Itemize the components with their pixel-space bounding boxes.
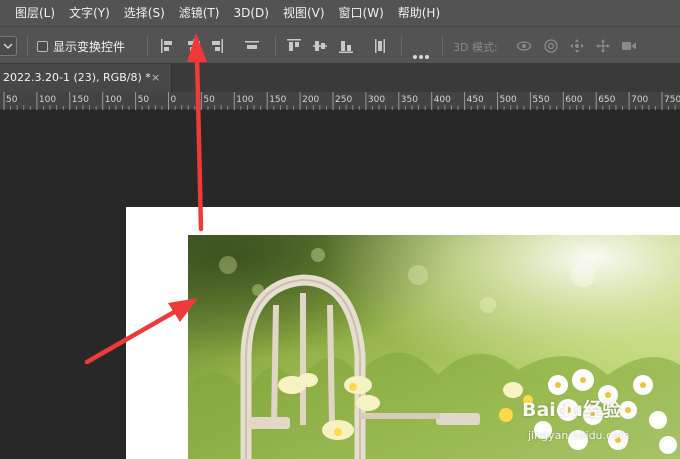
ruler-label: 100 — [236, 95, 253, 105]
distribute-horizontal-icon[interactable] — [372, 38, 388, 54]
ruler-label: 700 — [631, 95, 648, 105]
ruler-label: 400 — [434, 95, 451, 105]
menu-bar: 图层(L) 文字(Y) 选择(S) 滤镜(T) 3D(D) 视图(V) 窗口(W… — [0, 0, 680, 26]
3d-roll-icon[interactable] — [543, 38, 559, 54]
ruler-label: 500 — [500, 95, 517, 105]
3d-slide-icon[interactable] — [595, 38, 611, 54]
ruler-label: 50 — [203, 95, 215, 105]
ruler-label: 450 — [467, 95, 484, 105]
ruler-ticks: 50 100 150 100 50 0 50 100 150 200 250 300 350 400 450… — [3, 92, 680, 110]
menu-select[interactable]: 选择(S) — [117, 0, 172, 26]
align-horizontal-centers-icon[interactable] — [186, 38, 202, 54]
tool-preset-dropdown[interactable] — [0, 36, 17, 56]
chevron-down-icon — [3, 43, 13, 50]
3d-camera-icon[interactable] — [621, 38, 637, 54]
menu-layer[interactable]: 图层(L) — [0, 0, 62, 26]
align-right-edges-icon[interactable] — [208, 38, 224, 54]
ruler-label: 150 — [72, 95, 89, 105]
document-tab-title: 2022.3.20-1 (23), RGB/8) * — [3, 71, 151, 84]
ruler-label: 600 — [565, 95, 582, 105]
ruler-label: 550 — [532, 95, 549, 105]
menu-3d[interactable]: 3D(D) — [226, 0, 275, 26]
align-top-edges-icon[interactable] — [286, 38, 302, 54]
divider — [147, 36, 148, 56]
ruler-label: 50 — [6, 95, 18, 105]
ruler-label: 150 — [269, 95, 286, 105]
ruler-label: 750 — [664, 95, 680, 105]
document-tab-bar: 2022.3.20-1 (23), RGB/8) * × — [0, 64, 680, 92]
show-transform-label: 显示变换控件 — [53, 40, 126, 54]
align-bottom-edges-icon[interactable] — [338, 38, 354, 54]
divider — [442, 36, 443, 56]
3d-mode-label: 3D 模式: — [453, 41, 498, 54]
3d-orbit-icon[interactable] — [516, 38, 532, 54]
horizontal-ruler: 50 100 150 100 50 0 50 100 150 200 250 300 350 400 450… — [0, 92, 680, 110]
menu-view[interactable]: 视图(V) — [276, 0, 332, 26]
align-left-edges-icon[interactable] — [160, 38, 176, 54]
ruler-label: 50 — [138, 95, 150, 105]
ruler-label: 650 — [598, 95, 615, 105]
ruler-label: 350 — [401, 95, 418, 105]
more-options-icon[interactable] — [413, 44, 431, 63]
watermark-url: jingyan.baidu.com — [528, 429, 630, 442]
menu-help[interactable]: 帮助(H) — [391, 0, 447, 26]
align-vertical-distribute-icon[interactable] — [244, 38, 260, 54]
ruler-label: 100 — [105, 95, 122, 105]
menu-window[interactable]: 窗口(W) — [332, 0, 391, 26]
watermark-logo: Baidu经验 — [522, 399, 621, 421]
align-vertical-centers-icon[interactable] — [312, 38, 328, 54]
menu-type[interactable]: 文字(Y) — [62, 0, 117, 26]
ruler-label: 250 — [335, 95, 352, 105]
ruler-label: 100 — [39, 95, 56, 105]
divider — [401, 36, 402, 56]
baidu-watermark: Baidu经验 jingyan.baidu.com — [522, 395, 680, 459]
show-transform-checkbox[interactable] — [37, 41, 48, 52]
menu-filter[interactable]: 滤镜(T) — [172, 0, 227, 26]
3d-drag-icon[interactable] — [569, 38, 585, 54]
divider — [275, 36, 276, 56]
options-bar: 显示变换控件 3D 模式: — [0, 26, 680, 64]
ruler-label: 200 — [302, 95, 319, 105]
close-icon[interactable]: × — [151, 71, 160, 84]
divider — [27, 36, 28, 56]
ruler-label: 0 — [171, 95, 177, 105]
document-tab[interactable]: 2022.3.20-1 (23), RGB/8) * × — [0, 64, 172, 92]
ruler-label: 300 — [368, 95, 385, 105]
